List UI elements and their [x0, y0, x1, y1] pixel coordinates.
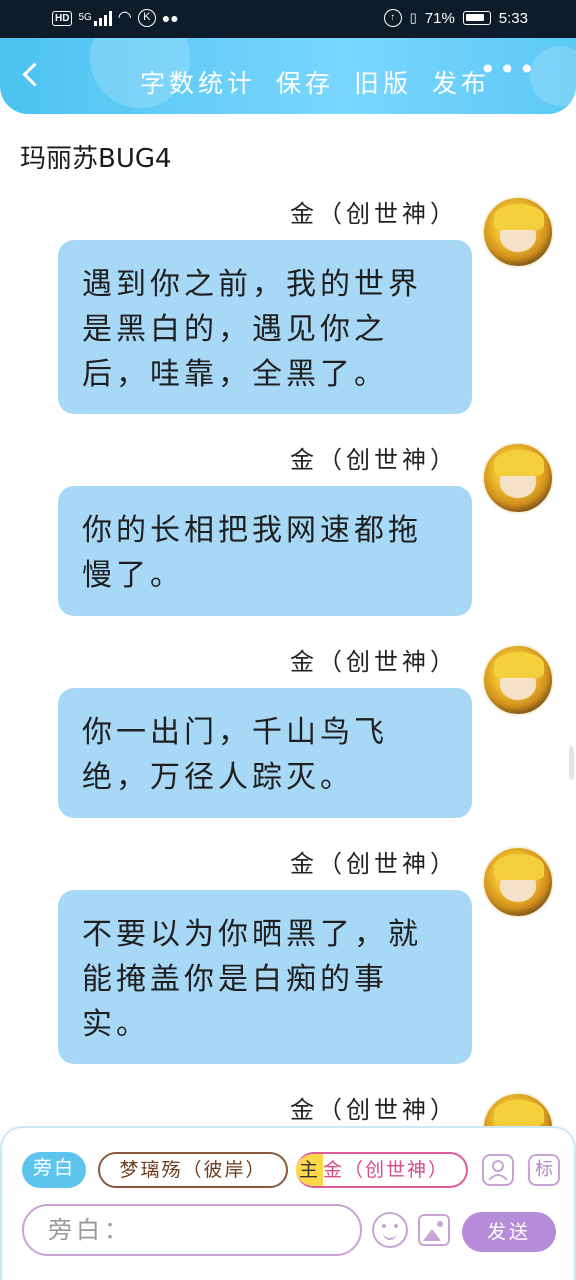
back-button[interactable]: [18, 60, 48, 90]
avatar[interactable]: [482, 196, 554, 268]
wechat-icon: ●●: [161, 10, 179, 26]
status-bar: HD 5G ◠ K ●● ↑ ▯ 71% 5:33: [0, 0, 576, 38]
avatar[interactable]: [482, 846, 554, 918]
avatar[interactable]: [482, 442, 554, 514]
role-chip-active[interactable]: 主金（创世神）: [296, 1152, 468, 1188]
sender-name: 金（创世神）: [290, 446, 458, 474]
word-count-button[interactable]: 字数统计: [140, 64, 256, 100]
toolbar-actions: 字数统计 保存 旧版 发布: [140, 64, 490, 100]
status-left: HD 5G ◠ K ●●: [52, 9, 179, 27]
avatar[interactable]: [482, 644, 554, 716]
clock: 5:33: [498, 9, 528, 27]
main-role-tag: 主: [296, 1154, 324, 1186]
page-title[interactable]: 玛丽苏BUG4: [20, 138, 172, 175]
narrator-chip[interactable]: 旁白: [22, 1152, 86, 1188]
hd-icon: HD: [52, 10, 73, 26]
image-icon[interactable]: [418, 1214, 450, 1246]
message-bubble[interactable]: 遇到你之前，我的世界是黑白的，遇见你之后，哇靠，全黑了。: [58, 240, 472, 414]
save-button[interactable]: 保存: [276, 64, 334, 100]
data-saver-icon: ↑: [383, 9, 402, 27]
emoji-icon[interactable]: [372, 1212, 408, 1248]
status-right: ↑ ▯ 71% 5:33: [383, 9, 528, 27]
profile-icon[interactable]: [482, 1154, 514, 1186]
battery-icon: [462, 11, 491, 25]
message-input[interactable]: 旁白：: [22, 1204, 362, 1256]
signal-icon: [93, 10, 112, 26]
scrollbar[interactable]: [569, 746, 574, 780]
input-panel: 旁白 梦璃殇（彼岸） 主金（创世神） 标 旁白： 发送: [0, 1126, 576, 1280]
battery-percent: 71%: [424, 9, 455, 27]
sender-name: 金（创世神）: [290, 648, 458, 676]
network-type: 5G: [78, 12, 92, 23]
sender-name: 金（创世神）: [290, 1096, 458, 1124]
message-bubble[interactable]: 你一出门，千山鸟飞绝，万径人踪灭。: [58, 688, 472, 818]
profile-icon-glyph: [488, 1160, 508, 1181]
more-menu-button[interactable]: •••: [479, 56, 538, 84]
message-bubble[interactable]: 不要以为你晒黑了，就能掩盖你是白痴的事实。: [58, 890, 472, 1064]
old-version-button[interactable]: 旧版: [354, 64, 412, 100]
tag-icon[interactable]: 标: [528, 1154, 560, 1186]
sender-name: 金（创世神）: [290, 200, 458, 228]
wifi-icon: ◠: [117, 9, 132, 26]
top-toolbar: 字数统计 保存 旧版 发布 •••: [0, 38, 576, 114]
role-chip-label: 金（创世神）: [323, 1159, 450, 1181]
sender-name: 金（创世神）: [290, 850, 458, 878]
role-chip[interactable]: 梦璃殇（彼岸）: [98, 1152, 288, 1188]
vibrate-icon: ▯: [409, 10, 417, 25]
send-button[interactable]: 发送: [462, 1212, 556, 1252]
nfc-icon: K: [137, 9, 156, 27]
message-bubble[interactable]: 你的长相把我网速都拖慢了。: [58, 486, 472, 616]
